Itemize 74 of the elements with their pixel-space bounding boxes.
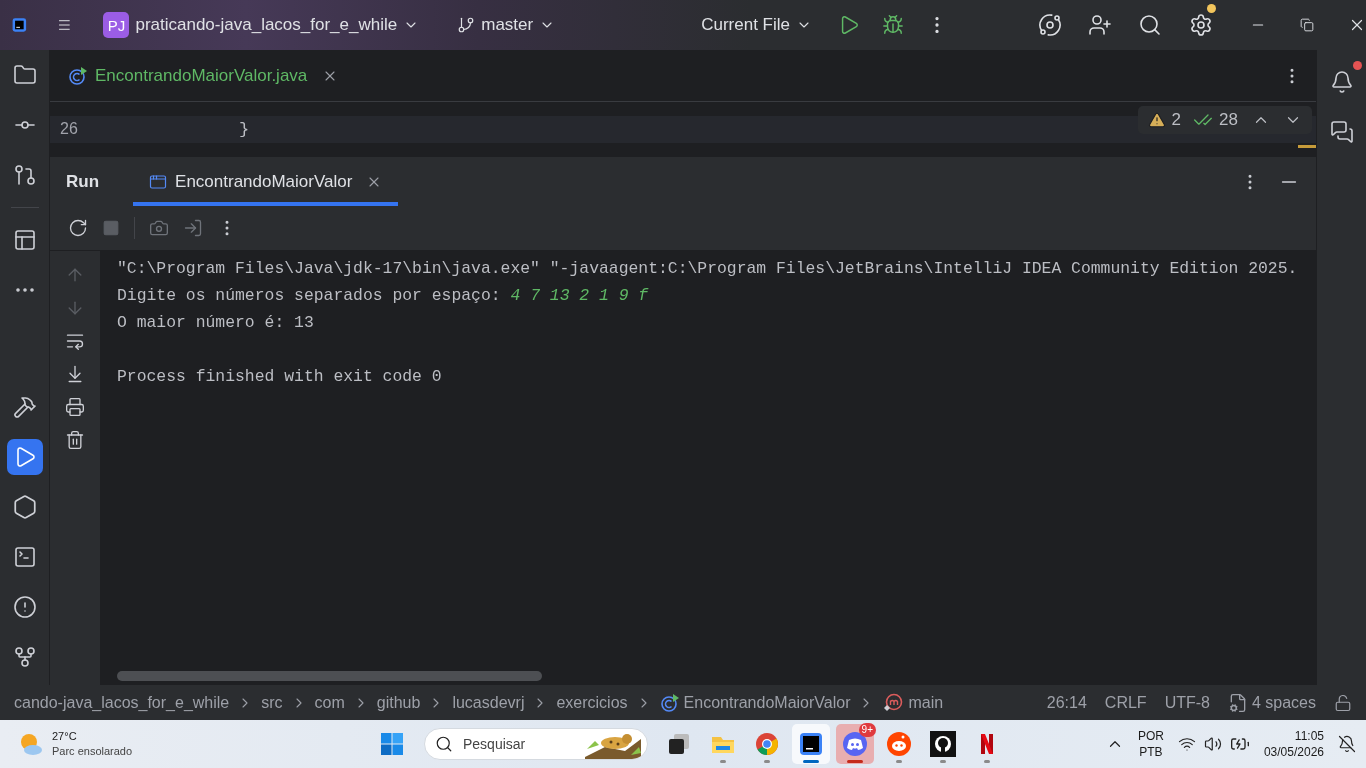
console-line: Digite os números separados por espaço: 4 7 13 2 1 9 f	[117, 286, 649, 305]
browser-icon[interactable]	[754, 731, 780, 757]
indent-setting[interactable]: 4 spaces	[1251, 693, 1316, 712]
breadcrumb[interactable]: com	[314, 693, 345, 712]
notifications-icon[interactable]	[1329, 70, 1354, 94]
run-tool-button[interactable]	[6, 439, 43, 475]
project-selector[interactable]: praticando-java_lacos_for_e_while	[135, 15, 398, 35]
indent-icon[interactable]	[1227, 692, 1248, 713]
structure-icon[interactable]	[12, 228, 37, 252]
volume-icon[interactable]	[1203, 735, 1222, 753]
restore-icon[interactable]	[1300, 18, 1314, 32]
weak-warning-count: 28	[1219, 110, 1238, 130]
debug-icon[interactable]	[882, 14, 904, 36]
add-user-icon[interactable]	[1088, 13, 1112, 37]
input-language[interactable]: POR PTB	[1137, 728, 1164, 760]
settings-icon[interactable]	[1189, 13, 1213, 37]
breadcrumb[interactable]: github	[376, 693, 421, 712]
editor-tab[interactable]: EncontrandoMaiorValor.java	[64, 50, 343, 101]
warning-marker	[1298, 145, 1316, 148]
branch-icon[interactable]	[457, 16, 476, 34]
breadcrumb[interactable]: EncontrandoMaiorValor	[683, 693, 851, 712]
task-view-icon[interactable]	[666, 731, 692, 757]
trash-icon[interactable]	[65, 430, 85, 450]
search-field[interactable]: Pesquisar	[424, 728, 648, 760]
git-icon[interactable]	[12, 645, 37, 669]
pull-request-icon[interactable]	[12, 163, 37, 187]
problems-icon[interactable]	[12, 595, 37, 619]
breadcrumb[interactable]: exercicios	[556, 693, 628, 712]
window-icon[interactable]	[149, 172, 168, 191]
services-icon[interactable]	[11, 494, 38, 520]
alien-icon[interactable]	[886, 731, 912, 757]
console-line: Process finished with exit code 0	[117, 367, 442, 386]
console-line: O maior número é: 13	[117, 313, 314, 332]
weather-condition: Parc ensolarado	[52, 744, 133, 759]
project-badge: PJ	[103, 12, 130, 38]
warning-icon[interactable]	[1147, 111, 1166, 129]
print-icon[interactable]	[65, 397, 85, 417]
rerun-icon[interactable]	[68, 218, 88, 238]
breadcrumb[interactable]: main	[908, 693, 944, 712]
chat-icon[interactable]	[1329, 120, 1354, 144]
java-class-icon	[68, 65, 88, 86]
code-line: }	[239, 119, 250, 139]
attach-icon[interactable]	[183, 218, 203, 238]
console-line: "C:\Program Files\Java\jdk-17\bin\java.exe" "-javaagent:C:\Program Files\JetBrains\IntelliJ IDEA Community Edition 2025.	[117, 259, 1298, 278]
notifications-icon[interactable]	[1338, 735, 1356, 753]
line-separator[interactable]: CRLF	[1104, 693, 1147, 712]
inspection-widget[interactable]: 2 28	[1137, 106, 1312, 134]
warning-count: 2	[1171, 110, 1182, 130]
branch-selector[interactable]: master	[481, 15, 534, 35]
camera-icon[interactable]	[149, 218, 169, 238]
file-encoding[interactable]: UTF-8	[1164, 693, 1210, 712]
breadcrumb[interactable]: lucasdevrj	[452, 693, 525, 712]
start-icon[interactable]	[380, 732, 404, 756]
temperature: 27°C	[52, 729, 78, 744]
hammer-icon[interactable]	[12, 395, 37, 419]
clock[interactable]: 11:05 03/05/2026	[1263, 728, 1324, 760]
scrollbar[interactable]	[117, 671, 542, 681]
chat-app-icon[interactable]	[842, 731, 868, 757]
breadcrumb[interactable]: cando-java_lacos_for_e_while	[14, 693, 230, 712]
ide-icon[interactable]	[798, 731, 824, 757]
folder-icon[interactable]	[12, 63, 37, 87]
run-configuration-selector[interactable]: Current File	[701, 15, 790, 35]
breadcrumb[interactable]: src	[261, 693, 283, 712]
notification-badge: 9+	[858, 723, 876, 737]
terminal-icon[interactable]	[12, 545, 37, 569]
search-icon[interactable]	[1138, 13, 1162, 37]
spiral-icon[interactable]	[1038, 13, 1062, 37]
search-icon[interactable]	[435, 735, 453, 753]
class-icon	[659, 692, 680, 713]
cursor-position[interactable]: 26:14	[1046, 693, 1087, 712]
line-number: 26	[59, 120, 79, 138]
method-icon	[882, 692, 905, 713]
unlock-icon[interactable]	[1334, 693, 1352, 712]
panel-title: Run	[66, 171, 100, 192]
